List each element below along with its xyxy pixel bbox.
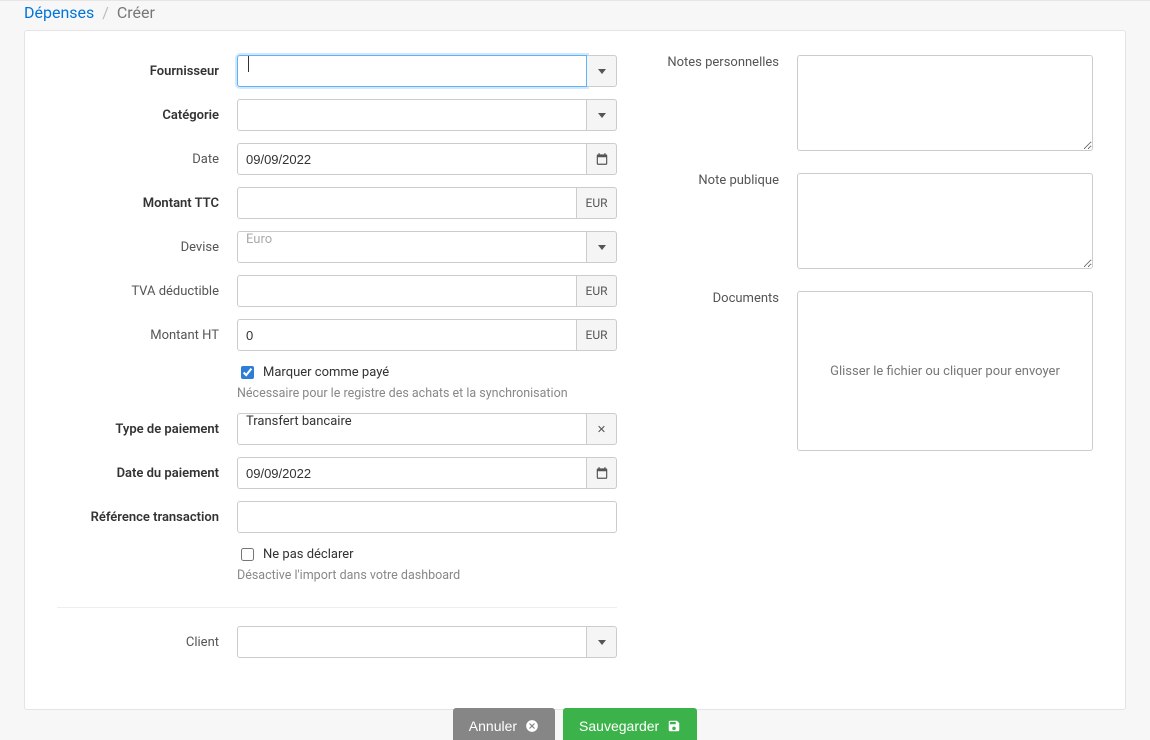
chevron-down-icon: [598, 640, 606, 645]
mark-paid-checkbox-wrap[interactable]: Marquer comme payé: [237, 363, 617, 382]
client-dropdown-toggle[interactable]: [587, 626, 617, 658]
devise-select[interactable]: Euro: [237, 231, 587, 263]
no-declare-label: Ne pas déclarer: [263, 547, 354, 562]
breadcrumb: Dépenses / Créer: [0, 1, 1150, 30]
label-categorie: Catégorie: [57, 108, 237, 123]
cancel-icon: [525, 719, 539, 733]
label-notes-perso: Notes personnelles: [657, 55, 797, 70]
no-declare-help: Désactive l'import dans votre dashboard: [237, 568, 617, 583]
cancel-button[interactable]: Annuler: [453, 708, 555, 740]
tva-input[interactable]: [237, 275, 577, 307]
montant-ttc-input[interactable]: [237, 187, 577, 219]
date-paiement-input[interactable]: [237, 457, 587, 489]
client-select[interactable]: [237, 626, 587, 658]
tva-currency: EUR: [577, 275, 617, 307]
label-montant-ttc: Montant TTC: [57, 196, 237, 211]
label-date-paiement: Date du paiement: [57, 466, 237, 481]
note-publique-textarea[interactable]: [797, 173, 1093, 269]
devise-dropdown-toggle[interactable]: [587, 231, 617, 263]
breadcrumb-root[interactable]: Dépenses: [24, 3, 94, 22]
date-paiement-picker-button[interactable]: [587, 457, 617, 489]
label-type-paiement: Type de paiement: [57, 422, 237, 437]
calendar-icon: [595, 466, 609, 480]
label-note-publique: Note publique: [657, 173, 797, 188]
chevron-down-icon: [598, 69, 606, 74]
cancel-button-label: Annuler: [469, 718, 517, 734]
dropzone-text: Glisser le fichier ou cliquer pour envoy…: [830, 364, 1060, 379]
montant-ht-input[interactable]: [237, 319, 577, 351]
label-fournisseur: Fournisseur: [57, 64, 237, 79]
categorie-dropdown-toggle[interactable]: [587, 99, 617, 131]
chevron-down-icon: [598, 245, 606, 250]
label-devise: Devise: [57, 240, 237, 255]
label-ref-transaction: Référence transaction: [57, 510, 237, 525]
date-input[interactable]: [237, 143, 587, 175]
type-paiement-select[interactable]: Transfert bancaire: [237, 413, 587, 445]
breadcrumb-current: Créer: [117, 3, 155, 22]
documents-dropzone[interactable]: Glisser le fichier ou cliquer pour envoy…: [797, 291, 1093, 451]
fournisseur-input[interactable]: [237, 55, 587, 87]
save-button-label: Sauvegarder: [579, 718, 659, 734]
calendar-icon: [595, 152, 609, 166]
label-tva: TVA déductible: [57, 284, 237, 299]
mark-paid-checkbox[interactable]: [241, 366, 254, 379]
label-documents: Documents: [657, 291, 797, 306]
save-button[interactable]: Sauvegarder: [563, 708, 697, 740]
date-picker-button[interactable]: [587, 143, 617, 175]
fournisseur-dropdown-toggle[interactable]: [587, 55, 617, 87]
label-montant-ht: Montant HT: [57, 328, 237, 343]
no-declare-checkbox-wrap[interactable]: Ne pas déclarer: [237, 545, 617, 564]
label-date: Date: [57, 152, 237, 167]
montant-ttc-currency: EUR: [577, 187, 617, 219]
chevron-down-icon: [598, 113, 606, 118]
form-panel: Fournisseur Catégorie: [24, 30, 1126, 710]
notes-perso-textarea[interactable]: [797, 55, 1093, 151]
no-declare-checkbox[interactable]: [241, 548, 254, 561]
save-icon: [667, 719, 681, 733]
type-paiement-clear[interactable]: [587, 413, 617, 445]
label-client: Client: [57, 635, 237, 650]
montant-ht-currency: EUR: [577, 319, 617, 351]
mark-paid-label: Marquer comme payé: [263, 365, 389, 380]
mark-paid-help: Nécessaire pour le registre des achats e…: [237, 386, 617, 401]
divider: [57, 607, 617, 608]
ref-transaction-input[interactable]: [237, 501, 617, 533]
categorie-select[interactable]: [237, 99, 587, 131]
